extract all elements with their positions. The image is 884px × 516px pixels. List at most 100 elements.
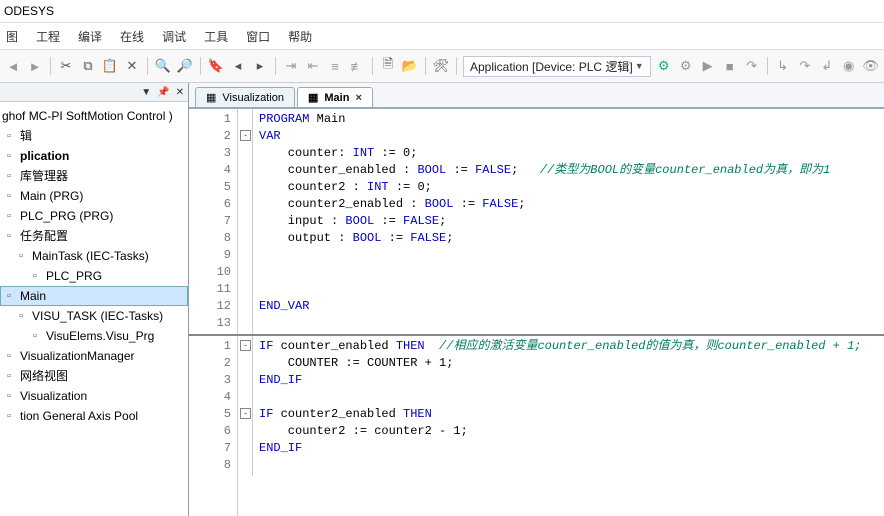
application-combo-label: Application [Device: PLC 逻辑] <box>470 58 633 75</box>
tree-item-label: VisuElems.Visu_Prg <box>46 327 154 345</box>
tree-node-icon: ▫ <box>14 309 28 323</box>
code-editor-bottom[interactable]: IF counter_enabled THEN //相应的激活变量counter… <box>253 336 884 516</box>
paste-icon[interactable]: 📋 <box>101 57 119 75</box>
tree-item[interactable]: ▫ MainTask (IEC-Tasks) <box>0 246 188 266</box>
tree-node-icon: ▫ <box>2 349 16 363</box>
tree-item[interactable]: ▫Visualization <box>0 386 188 406</box>
tab-label: Main <box>324 92 349 104</box>
close-icon[interactable]: × <box>355 92 361 104</box>
editor-tab[interactable]: ▦Main× <box>297 87 373 107</box>
step-icon[interactable]: ↷ <box>743 57 761 75</box>
bookmark-next-icon[interactable]: ▸ <box>251 57 269 75</box>
step-into-icon[interactable]: ↳ <box>774 57 792 75</box>
fold-toggle-icon[interactable]: - <box>240 130 251 141</box>
editor-tab[interactable]: ▦Visualization <box>195 87 295 107</box>
cut-icon[interactable]: ✂ <box>57 57 75 75</box>
login-icon[interactable]: ⚙ <box>655 57 673 75</box>
step-over-icon[interactable]: ↷ <box>796 57 814 75</box>
tree-item[interactable]: ▫Main (PRG) <box>0 186 188 206</box>
bookmark-prev-icon[interactable]: ◂ <box>229 57 247 75</box>
open-icon[interactable]: 📂 <box>401 57 419 75</box>
separator <box>275 57 276 75</box>
tree-node-icon: ▫ <box>2 369 16 383</box>
separator <box>372 57 373 75</box>
menu-item[interactable]: 窗口 <box>246 28 270 45</box>
separator <box>200 57 201 75</box>
tree-item[interactable]: ▫PLC_PRG (PRG) <box>0 206 188 226</box>
tree-item[interactable]: ▫PLC_PRG <box>0 266 188 286</box>
back-icon[interactable]: ◄ <box>4 57 22 75</box>
build-icon[interactable]: 🛠 <box>432 57 450 75</box>
tree-item[interactable]: ▫plication <box>0 146 188 166</box>
bookmark-icon[interactable]: 🔖 <box>207 57 225 75</box>
tree-item-label: 任务配置 <box>20 227 68 245</box>
new-icon[interactable]: 🗎 <box>379 57 397 75</box>
tree-item[interactable]: ▫tion General Axis Pool <box>0 406 188 426</box>
project-root[interactable]: ghof MC-PI SoftMotion Control ) <box>0 106 188 126</box>
separator <box>456 57 457 75</box>
menu-item[interactable]: 图 <box>6 28 18 45</box>
fold-gutter[interactable]: - <box>238 109 253 334</box>
menu-item[interactable]: 工程 <box>36 28 60 45</box>
menu-item[interactable]: 帮助 <box>288 28 312 45</box>
delete-icon[interactable]: ✕ <box>123 57 141 75</box>
tree-item-label: 辑 <box>20 127 32 145</box>
editor-tabbar: ▦Visualization▦Main× <box>189 83 884 109</box>
fold-gutter[interactable]: -- <box>238 336 253 476</box>
close-icon[interactable]: ✕ <box>176 87 184 98</box>
pin-icon[interactable]: 📌 <box>157 87 169 98</box>
tree-node-icon: ▫ <box>14 249 28 263</box>
application-combo[interactable]: Application [Device: PLC 逻辑] ▼ <box>463 56 651 77</box>
tree-item-label: MainTask (IEC-Tasks) <box>32 247 149 265</box>
tree-node-icon: ▫ <box>28 329 42 343</box>
tree-node-icon: ▫ <box>2 169 16 183</box>
run-icon[interactable]: ▶ <box>699 57 717 75</box>
tree-item-label: PLC_PRG (PRG) <box>20 207 113 225</box>
tree-item[interactable]: ▫ VisuElems.Visu_Prg <box>0 326 188 346</box>
tree-item[interactable]: ▫辑 <box>0 126 188 146</box>
menu-item[interactable]: 调试 <box>162 28 186 45</box>
tree-item-label: Main (PRG) <box>20 187 83 205</box>
fold-toggle-icon[interactable]: - <box>240 408 251 419</box>
app-title: ODESYS <box>4 4 54 18</box>
tree-item-label: tion General Axis Pool <box>20 407 138 425</box>
indent-icon[interactable]: ⇥ <box>282 57 300 75</box>
uncomment-icon[interactable]: ≢ <box>348 57 366 75</box>
project-tree[interactable]: ghof MC-PI SoftMotion Control ) ▫辑▫plica… <box>0 102 188 516</box>
tree-item[interactable]: ▫ 任务配置 <box>0 226 188 246</box>
tree-node-icon: ▫ <box>2 229 16 243</box>
fold-toggle-icon[interactable]: - <box>240 340 251 351</box>
tree-item[interactable]: ▫Main <box>0 286 188 306</box>
menu-item[interactable]: 在线 <box>120 28 144 45</box>
tree-item-label: Main <box>20 287 46 305</box>
tree-item[interactable]: ▫ 库管理器 <box>0 166 188 186</box>
step-out-icon[interactable]: ↲ <box>818 57 836 75</box>
chevron-down-icon: ▼ <box>635 61 644 71</box>
menu-bar: 图 工程 编译 在线 调试 工具 窗口 帮助 <box>0 23 884 50</box>
chevron-down-icon[interactable]: ▼ <box>141 87 151 98</box>
tree-node-icon: ▫ <box>2 129 16 143</box>
tree-item-label: 库管理器 <box>20 167 68 185</box>
stop-icon[interactable]: ■ <box>721 57 739 75</box>
menu-item[interactable]: 编译 <box>78 28 102 45</box>
find-icon[interactable]: 🔍 <box>154 57 172 75</box>
outdent-icon[interactable]: ⇤ <box>304 57 322 75</box>
tree-item[interactable]: ▫VISU_TASK (IEC-Tasks) <box>0 306 188 326</box>
tree-item[interactable]: ▫ 网络视图 <box>0 366 188 386</box>
logout-icon[interactable]: ⚙ <box>677 57 695 75</box>
tree-item-label: 网络视图 <box>20 367 68 385</box>
code-editor-top[interactable]: PROGRAM MainVAR counter: INT := 0; count… <box>253 109 884 334</box>
separator <box>50 57 51 75</box>
copy-icon[interactable]: ⧉ <box>79 57 97 75</box>
tree-item-label: Visualization <box>20 387 87 405</box>
comment-icon[interactable]: ≡ <box>326 57 344 75</box>
tree-item-label: PLC_PRG <box>46 267 102 285</box>
tree-item-label: plication <box>20 147 69 165</box>
forward-icon[interactable]: ► <box>26 57 44 75</box>
watch-icon[interactable]: 👁 <box>862 57 880 75</box>
tree-item[interactable]: ▫VisualizationManager <box>0 346 188 366</box>
menu-item[interactable]: 工具 <box>204 28 228 45</box>
separator <box>425 57 426 75</box>
breakpoint-icon[interactable]: ◉ <box>840 57 858 75</box>
replace-icon[interactable]: 🔎 <box>176 57 194 75</box>
